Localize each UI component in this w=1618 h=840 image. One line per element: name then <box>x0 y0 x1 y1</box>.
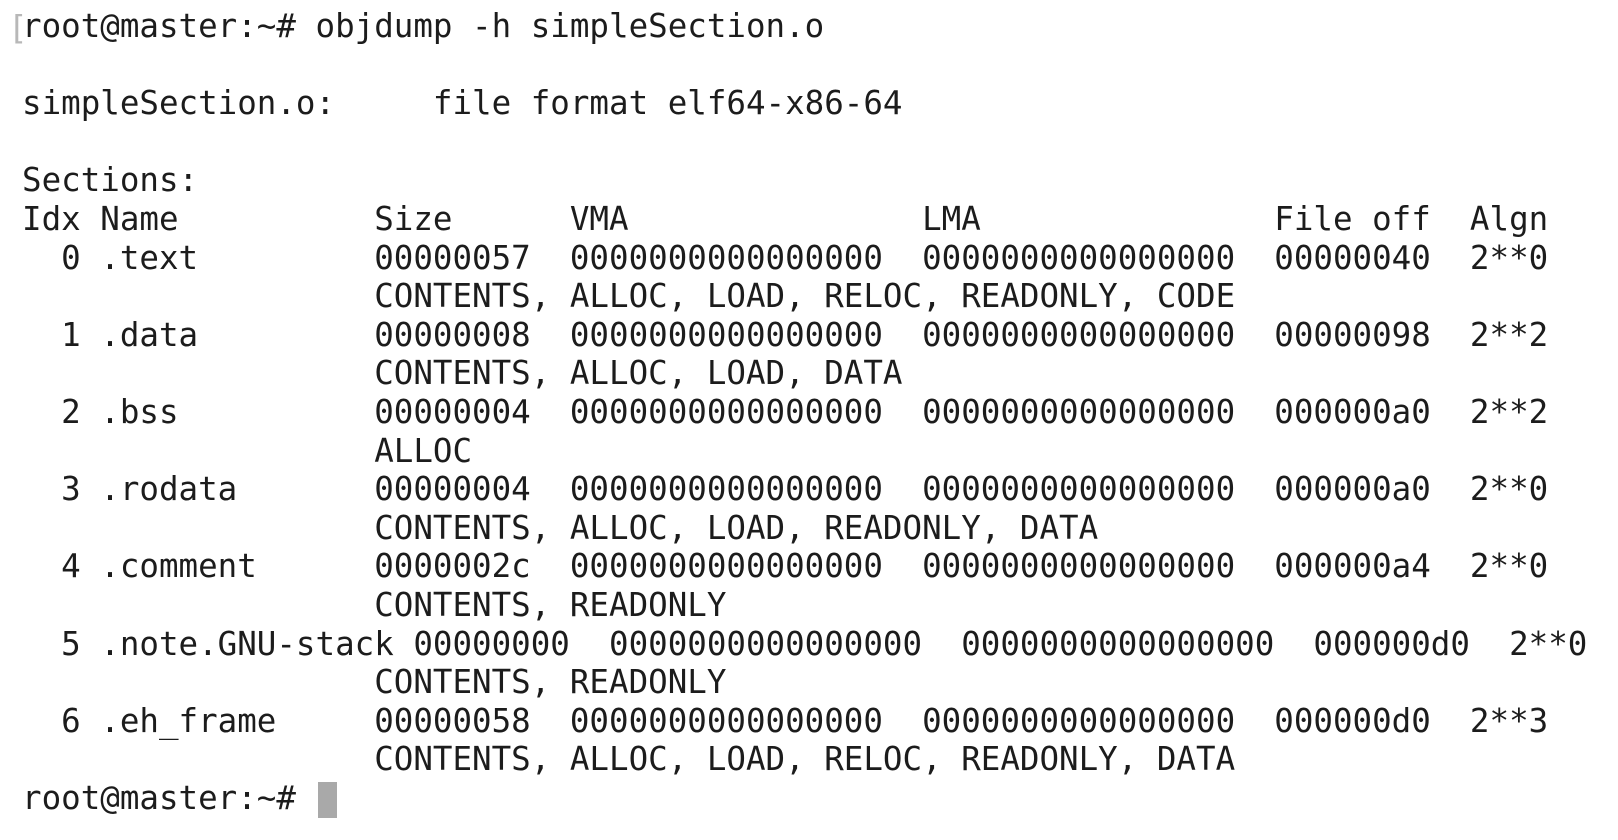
section-row: 4 .comment 0000002c 0000000000000000 000… <box>22 547 1549 585</box>
section-row: 5 .note.GNU-stack 00000000 0000000000000… <box>22 625 1588 663</box>
section-row: 6 .eh_frame 00000058 0000000000000000 00… <box>22 702 1549 740</box>
file-format-line: simpleSection.o: file format elf64-x86-6… <box>22 84 903 122</box>
section-flags: CONTENTS, ALLOC, LOAD, READONLY, DATA <box>22 509 1099 547</box>
section-row: 1 .data 00000008 0000000000000000 000000… <box>22 316 1549 354</box>
prompt-line[interactable]: root@master:~# <box>22 778 337 818</box>
section-flags: ALLOC <box>22 432 473 470</box>
section-row: 2 .bss 00000004 0000000000000000 0000000… <box>22 393 1549 431</box>
section-flags: CONTENTS, ALLOC, LOAD, RELOC, READONLY, … <box>22 277 1236 315</box>
sections-label: Sections: <box>22 161 199 199</box>
prompt-text: root@master:~# <box>22 779 316 817</box>
section-flags: CONTENTS, READONLY <box>22 586 727 624</box>
section-flags: CONTENTS, ALLOC, LOAD, RELOC, READONLY, … <box>22 740 1236 778</box>
terminal-window[interactable]: [ root@master:~# objdump -h simpleSectio… <box>0 0 1618 840</box>
section-table-header: Idx Name Size VMA LMA File off Algn <box>22 200 1549 238</box>
command-line: root@master:~# objdump -h simpleSection.… <box>22 7 825 45</box>
text-cursor <box>317 782 337 818</box>
section-flags: CONTENTS, READONLY <box>22 663 727 701</box>
section-flags: CONTENTS, ALLOC, LOAD, DATA <box>22 354 903 392</box>
section-row: 0 .text 00000057 0000000000000000 000000… <box>22 239 1549 277</box>
section-row: 3 .rodata 00000004 0000000000000000 0000… <box>22 470 1549 508</box>
